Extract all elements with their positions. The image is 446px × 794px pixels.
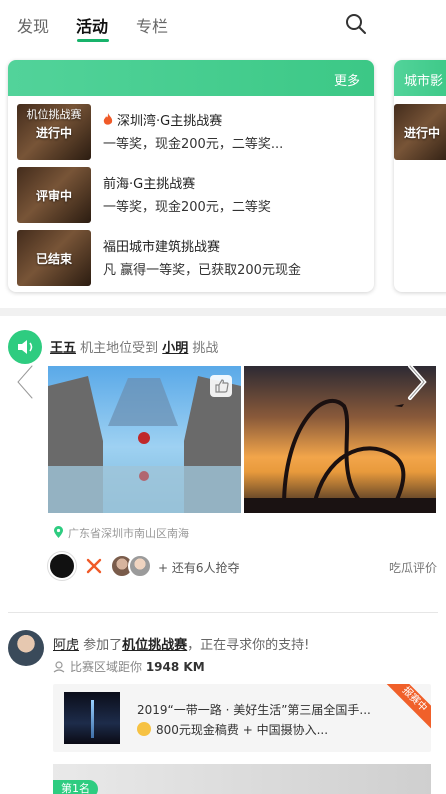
city-challenge-card[interactable]: 城市影 进行中 xyxy=(394,60,446,292)
city-card-title: 城市影 xyxy=(404,74,444,89)
search-icon[interactable] xyxy=(344,12,368,36)
avatar[interactable] xyxy=(128,554,152,578)
avatar[interactable] xyxy=(48,552,76,580)
active-tab-indicator xyxy=(77,39,109,42)
like-button[interactable] xyxy=(210,375,232,397)
post-text: 机主地位受到 xyxy=(76,341,163,356)
challenge-thumb: 已结束 xyxy=(17,230,91,286)
challenge-title: 深圳湾·G主挑战赛 xyxy=(103,110,222,129)
target-user-link[interactable]: 小明 xyxy=(162,341,188,356)
crossed-swords-icon xyxy=(86,558,102,574)
more-link[interactable]: 更多 xyxy=(334,70,360,89)
shared-contest-card[interactable]: 2019“一带一路 · 美好生活”第三届全国手... 800元现金稿费 + 中国… xyxy=(53,684,431,752)
event-link[interactable]: 机位挑战赛 xyxy=(122,638,187,653)
post-text: ，正在寻求你的支持! xyxy=(187,638,310,653)
contest-reward: 800元现金稿费 + 中国摄协入... xyxy=(137,721,328,738)
contest-thumb xyxy=(64,692,120,744)
fire-icon xyxy=(103,113,113,125)
contest-title: 2019“一带一路 · 美好生活”第三届全国手... xyxy=(137,703,371,717)
distance-text: 比赛区域距你 1948 KM xyxy=(53,658,205,675)
carousel-prev-arrow[interactable] xyxy=(12,362,38,402)
thumbs-up-icon xyxy=(215,379,229,393)
challenge-subtitle: 一等奖，现金200元，二等奖 xyxy=(103,200,271,215)
post-header: 王五 机主地位受到 小明 挑战 xyxy=(50,337,218,356)
status-ribbon: 报赛中 xyxy=(383,684,431,731)
status-label: 已结束 xyxy=(35,252,72,266)
post-text: 挑战 xyxy=(188,341,219,356)
distance-label: 比赛区域距你 xyxy=(70,660,146,674)
status-label: 进行中 xyxy=(35,126,72,140)
coin-icon xyxy=(137,722,151,736)
location-label: 广东省深圳市南山区南海 xyxy=(68,527,189,540)
challenge-title: 福田城市建筑挑战赛 xyxy=(103,240,221,255)
challenge-title-text: 深圳湾·G主挑战赛 xyxy=(117,114,223,129)
post-text: 参加了 xyxy=(79,638,123,653)
challenge-card[interactable]: 更多 机位挑战赛 进行中 深圳湾·G主挑战赛 一等奖，现金200元，二等奖...… xyxy=(8,60,374,292)
distance-value: 1948 KM xyxy=(145,660,205,674)
tab-activity[interactable]: 活动 xyxy=(76,13,108,37)
speaker-button[interactable] xyxy=(8,330,42,364)
challenge-item[interactable]: 评审中 前海·G主挑战赛 一等奖，现金200元，二等奖 xyxy=(8,163,374,223)
location-person-icon xyxy=(53,661,65,673)
challenge-item[interactable]: 机位挑战赛 进行中 深圳湾·G主挑战赛 一等奖，现金200元，二等奖... xyxy=(8,100,374,160)
challenge-thumb: 机位挑战赛 进行中 xyxy=(17,104,91,160)
challenge-thumb: 评审中 xyxy=(17,167,91,223)
status-label: 评审中 xyxy=(35,189,72,203)
tab-column[interactable]: 专栏 xyxy=(136,13,168,37)
rank-badge: 第1名 xyxy=(53,780,98,794)
challenge-card-header: 更多 xyxy=(8,60,374,96)
location-text: 广东省深圳市南山区南海 xyxy=(54,525,189,541)
thumb-caption: 机位挑战赛 xyxy=(26,108,82,121)
carousel-next-arrow[interactable] xyxy=(404,362,430,402)
divider-line xyxy=(8,612,438,613)
post-header: 阿虎 参加了机位挑战赛，正在寻求你的支持! xyxy=(53,634,309,653)
speaker-icon xyxy=(18,340,33,354)
avatar[interactable] xyxy=(8,630,44,666)
section-divider xyxy=(0,308,446,316)
challenge-subtitle: 凡 赢得一等奖，已获取200元现金 xyxy=(103,263,301,278)
user-name-link[interactable]: 阿虎 xyxy=(53,638,79,653)
challenger-count[interactable]: + 还有6人抢夺 xyxy=(158,559,240,576)
city-card-header: 城市影 xyxy=(394,60,446,96)
city-card-thumb: 进行中 xyxy=(394,104,446,160)
challenge-title: 前海·G主挑战赛 xyxy=(103,177,196,192)
challenge-item[interactable]: 已结束 福田城市建筑挑战赛 凡 赢得一等奖，已获取200元现金 xyxy=(8,226,374,286)
status-label: 进行中 xyxy=(404,126,441,140)
user-name-link[interactable]: 王五 xyxy=(50,341,76,356)
challenge-subtitle: 一等奖，现金200元，二等奖... xyxy=(103,137,284,152)
contest-reward-text: 800元现金稿费 + 中国摄协入... xyxy=(156,723,329,737)
comment-link[interactable]: 吃瓜评价 xyxy=(389,559,437,576)
post-photo[interactable]: 第1名 xyxy=(53,764,431,794)
top-nav: 发现 活动 专栏 xyxy=(0,0,446,50)
location-pin-icon xyxy=(54,526,63,538)
tab-discover[interactable]: 发现 xyxy=(17,13,49,37)
